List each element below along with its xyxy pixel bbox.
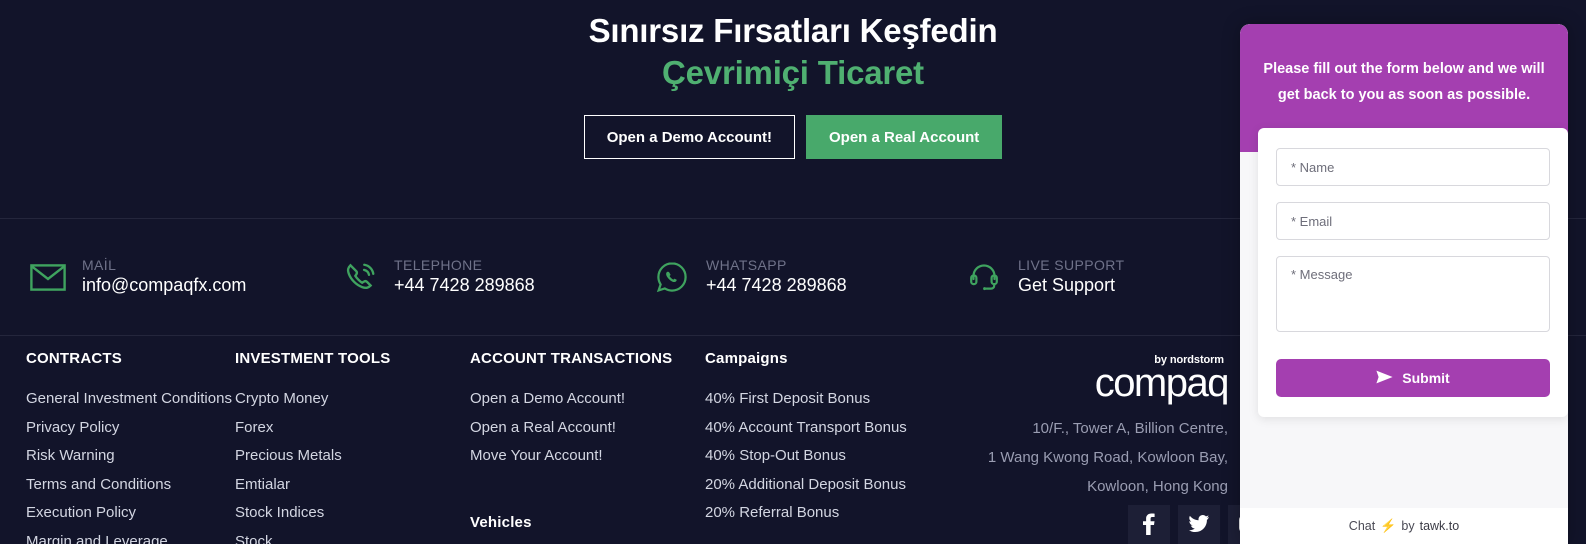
- facebook-icon: [1143, 512, 1155, 540]
- send-icon: [1376, 370, 1393, 387]
- contact-label-whatsapp: WHATSAPP: [706, 256, 787, 273]
- submit-button-label: Submit: [1402, 370, 1450, 386]
- footer-column-contracts: CONTRACTS General Investment Conditions …: [0, 350, 235, 544]
- brand-logo-text: compaq: [1094, 361, 1230, 405]
- footer-heading-account-transactions: ACCOUNT TRANSACTIONS: [470, 350, 673, 367]
- open-real-account-button[interactable]: Open a Real Account: [805, 115, 1003, 159]
- footer-link-crypto-money[interactable]: Crypto Money: [235, 385, 470, 414]
- twitter-icon: [1189, 515, 1209, 537]
- hero-subtitle: Çevrimiçi Ticaret: [662, 54, 924, 91]
- footer-column-spacer: [470, 471, 705, 514]
- footer-link-stock-indices[interactable]: Stock Indices: [235, 499, 470, 528]
- headset-icon: [964, 257, 1004, 297]
- mail-icon: [28, 257, 68, 297]
- chat-contact-form: Submit: [1258, 128, 1568, 417]
- chat-widget-footer[interactable]: Chat ⚡ by tawk.to: [1240, 508, 1568, 544]
- footer-link-risk-warning[interactable]: Risk Warning: [26, 442, 235, 471]
- footer-heading-investment-tools: INVESTMENT TOOLS: [235, 350, 391, 367]
- brand-block: by nordstorm compaq 10/F., Tower A, Bill…: [898, 354, 1230, 501]
- address-line-2: 1 Wang Kwong Road, Kowloon Bay,: [987, 449, 1228, 466]
- chat-footer-brand-label: tawk.to: [1419, 519, 1460, 533]
- contact-label-live-support: LIVE SUPPORT: [1018, 256, 1125, 273]
- contact-item-mail[interactable]: MAİL info@compaqfx.com: [0, 257, 312, 297]
- telephone-icon: [340, 257, 380, 297]
- footer-link-open-a-real-account[interactable]: Open a Real Account!: [470, 414, 705, 443]
- footer-link-precious-metals[interactable]: Precious Metals: [235, 442, 470, 471]
- contact-item-telephone[interactable]: TELEPHONE +44 7428 289868: [312, 257, 624, 297]
- contact-value-telephone: +44 7428 289868: [394, 275, 535, 296]
- footer-link-general-investment-conditions[interactable]: General Investment Conditions: [26, 385, 235, 414]
- chat-widget-header-text: Please fill out the form below and we wi…: [1263, 61, 1545, 103]
- contact-label-telephone: TELEPHONE: [394, 256, 483, 273]
- contact-value-live-support: Get Support: [1018, 275, 1116, 296]
- footer-link-referral-bonus[interactable]: 20% Referral Bonus: [705, 499, 995, 528]
- footer-heading-vehicles: Vehicles: [470, 513, 532, 531]
- hero-button-group: Open a Demo Account! Open a Real Account: [583, 115, 1003, 159]
- contact-item-whatsapp[interactable]: WHATSAPP +44 7428 289868: [624, 257, 936, 297]
- footer-link-privacy-policy[interactable]: Privacy Policy: [26, 414, 235, 443]
- email-input[interactable]: [1276, 202, 1550, 240]
- footer-link-emtialar[interactable]: Emtialar: [235, 471, 470, 500]
- footer-link-forex[interactable]: Forex: [235, 414, 470, 443]
- name-input[interactable]: [1276, 148, 1550, 186]
- address-line-3: Kowloon, Hong Kong: [1087, 478, 1228, 495]
- hero-title: Sınırsız Fırsatları Keşfedin: [588, 12, 998, 49]
- address-line-1: 10/F., Tower A, Billion Centre,: [1032, 420, 1228, 437]
- footer-link-execution-policy[interactable]: Execution Policy: [26, 499, 235, 528]
- contact-label-mail: MAİL: [82, 256, 117, 273]
- message-input[interactable]: [1276, 256, 1550, 332]
- submit-button[interactable]: Submit: [1276, 359, 1550, 397]
- chat-footer-chat-label: Chat: [1348, 519, 1376, 533]
- page-root: Sınırsız Fırsatları Keşfedin Çevrimiçi T…: [0, 0, 1586, 544]
- footer-column-account-transactions: ACCOUNT TRANSACTIONS Open a Demo Account…: [470, 350, 705, 544]
- open-demo-account-button[interactable]: Open a Demo Account!: [583, 115, 795, 159]
- contact-item-live-support[interactable]: LIVE SUPPORT Get Support: [936, 257, 1248, 297]
- chat-footer-by-label: by: [1401, 519, 1415, 533]
- whatsapp-icon: [652, 257, 692, 297]
- footer-link-stock[interactable]: Stock: [235, 528, 470, 544]
- footer-link-terms-and-conditions[interactable]: Terms and Conditions: [26, 471, 235, 500]
- chat-widget[interactable]: Please fill out the form below and we wi…: [1240, 24, 1568, 544]
- lightning-bolt-icon: ⚡: [1380, 518, 1397, 533]
- company-address: 10/F., Tower A, Billion Centre, 1 Wang K…: [898, 414, 1228, 501]
- footer-heading-contracts: CONTRACTS: [26, 350, 122, 367]
- contact-value-mail: info@compaqfx.com: [82, 275, 247, 296]
- social-link-twitter[interactable]: [1178, 505, 1220, 544]
- footer-link-move-your-account[interactable]: Move Your Account!: [470, 442, 705, 471]
- social-link-facebook[interactable]: [1128, 505, 1170, 544]
- footer-column-investment-tools: INVESTMENT TOOLS Crypto Money Forex Prec…: [235, 350, 470, 544]
- footer-link-margin-and-leverage[interactable]: Margin and Leverage: [26, 528, 235, 544]
- contact-value-whatsapp: +44 7428 289868: [706, 275, 847, 296]
- footer-link-open-a-demo-account[interactable]: Open a Demo Account!: [470, 385, 705, 414]
